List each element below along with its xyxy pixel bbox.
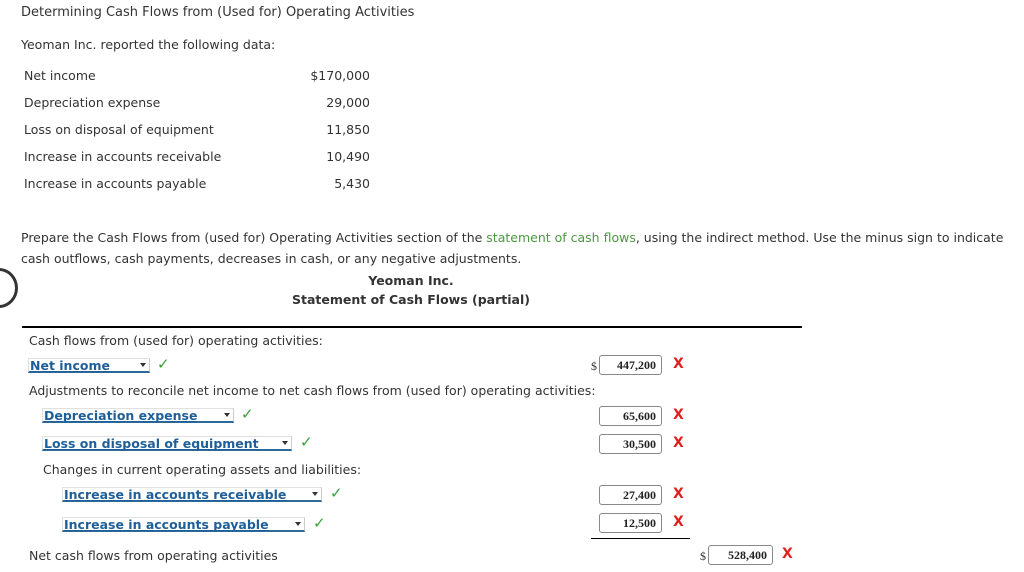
total-label: Net cash flows from operating activities [29, 548, 278, 563]
given-value: 5,430 [334, 176, 370, 191]
x-icon: X [673, 486, 684, 502]
section-header: Cash flows from (used for) operating act… [29, 333, 323, 348]
given-label: Depreciation expense [24, 95, 161, 110]
accounts-payable-dropdown[interactable]: Increase in accounts payable [62, 517, 305, 532]
currency-symbol: $ [700, 549, 706, 563]
given-label: Increase in accounts receivable [24, 149, 222, 164]
net-income-amount-input[interactable]: 447,200 [599, 355, 662, 375]
dropdown-value: Loss on disposal of equipment [44, 436, 259, 451]
instructions: Prepare the Cash Flows from (used for) O… [21, 227, 1021, 269]
x-icon: X [673, 407, 684, 423]
dropdown-value: Net income [30, 358, 110, 373]
given-value: $170,000 [310, 68, 370, 83]
x-icon: X [673, 435, 684, 451]
check-icon: ✓ [300, 433, 313, 451]
check-icon: ✓ [330, 484, 343, 502]
accounts-payable-amount-input[interactable]: 12,500 [599, 513, 662, 533]
intro-text: Yeoman Inc. reported the following data: [21, 37, 276, 52]
changes-label: Changes in current operating assets and … [43, 462, 362, 477]
dropdown-value: Increase in accounts receivable [64, 487, 287, 502]
loss-on-disposal-amount-input[interactable]: 30,500 [599, 434, 662, 454]
statement-of-cash-flows-link[interactable]: statement of cash flows [486, 230, 636, 245]
currency-symbol: $ [591, 359, 597, 373]
check-icon: ✓ [241, 405, 254, 423]
check-icon: ✓ [157, 355, 170, 373]
page-title: Determining Cash Flows from (Used for) O… [21, 5, 415, 20]
chevron-down-icon [140, 363, 146, 367]
accounts-receivable-amount-input[interactable]: 27,400 [599, 485, 662, 505]
check-icon: ✓ [313, 514, 326, 532]
accounts-receivable-dropdown[interactable]: Increase in accounts receivable [62, 487, 322, 502]
instructions-text: Prepare the Cash Flows from (used for) O… [21, 230, 487, 245]
dropdown-value: Depreciation expense [44, 408, 198, 423]
loss-on-disposal-dropdown[interactable]: Loss on disposal of equipment [42, 436, 292, 451]
net-cash-flows-amount-input[interactable]: 528,400 [708, 545, 773, 565]
depreciation-amount-input[interactable]: 65,600 [599, 406, 662, 426]
subtotal-rule [591, 538, 690, 539]
company-name: Yeoman Inc. [368, 273, 454, 288]
adjustments-label: Adjustments to reconcile net income to n… [29, 383, 596, 398]
statement-title: Statement of Cash Flows (partial) [292, 292, 530, 307]
chevron-down-icon [282, 441, 288, 445]
dropdown-value: Increase in accounts payable [64, 517, 269, 532]
given-label: Net income [24, 68, 96, 83]
x-icon: X [673, 514, 684, 530]
chevron-down-icon [295, 522, 301, 526]
chevron-down-icon [312, 492, 318, 496]
given-value: 10,490 [326, 149, 370, 164]
given-label: Increase in accounts payable [24, 176, 207, 191]
chevron-down-icon [224, 413, 230, 417]
given-value: 11,850 [326, 122, 370, 137]
x-icon: X [673, 356, 684, 372]
given-value: 29,000 [326, 95, 370, 110]
depreciation-dropdown[interactable]: Depreciation expense [42, 408, 234, 423]
net-income-dropdown[interactable]: Net income [28, 358, 150, 373]
given-label: Loss on disposal of equipment [24, 122, 214, 137]
x-icon: X [782, 546, 793, 562]
statement-top-rule [22, 326, 802, 328]
